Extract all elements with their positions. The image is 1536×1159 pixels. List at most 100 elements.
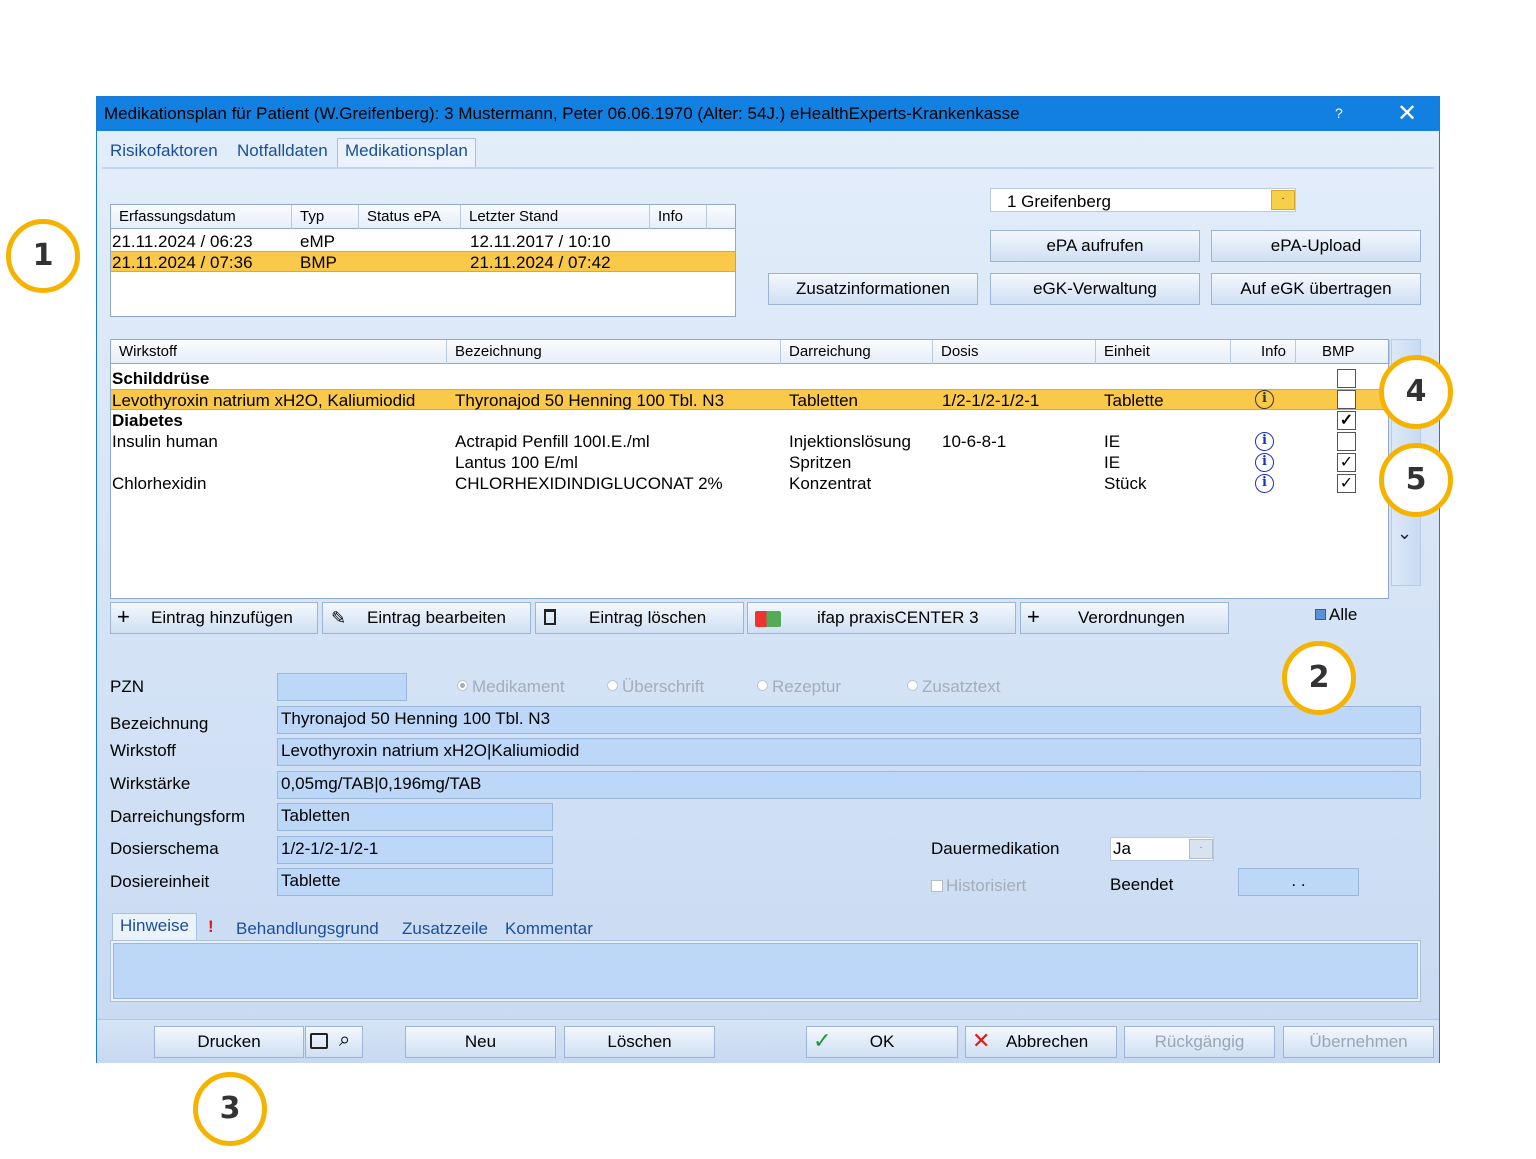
bmp-checkbox[interactable] — [1337, 369, 1356, 388]
drucken-button[interactable]: Drucken — [154, 1026, 304, 1058]
dauermedikation-select[interactable]: Ja · — [1110, 837, 1214, 861]
darreichungsform-field[interactable]: Tabletten — [277, 803, 553, 831]
darreichungsform-label: Darreichungsform — [110, 807, 246, 826]
plans-table[interactable]: Erfassungsdatum Typ Status ePA Letzter S… — [110, 204, 736, 317]
info-icon[interactable]: i — [1255, 432, 1274, 451]
ok-button[interactable]: ✓ OK — [806, 1026, 958, 1058]
medication-plan-dialog: Medikationsplan für Patient (W.Greifenbe… — [96, 96, 1440, 1063]
tab-kommentar[interactable]: Kommentar — [505, 919, 593, 939]
col-bmp[interactable]: BMP — [1296, 340, 1390, 364]
dosiereinheit-field[interactable]: Tablette — [277, 868, 553, 896]
loeschen-button[interactable]: Löschen — [564, 1026, 715, 1058]
col-erfassungsdatum[interactable]: Erfassungsdatum — [111, 205, 292, 229]
bezeichnung-label: Bezeichnung — [110, 714, 209, 733]
doctor-select[interactable]: 1 Greifenberg · — [990, 188, 1296, 212]
pzn-field[interactable] — [277, 673, 407, 701]
ifap-praxiscenter-button[interactable]: ifap praxisCENTER 3 — [747, 602, 1016, 634]
ifap-logo-icon — [755, 611, 781, 627]
egk-verwaltung-button[interactable]: eGK-Verwaltung — [990, 273, 1200, 305]
table-row[interactable]: 21.11.2024 / 06:23 eMP 12.11.2017 / 10:1… — [111, 231, 735, 252]
col-wirkstoff[interactable]: Wirkstoff — [111, 340, 447, 364]
tab-hinweise[interactable]: Hinweise — [112, 913, 197, 941]
table-row-selected[interactable]: 21.11.2024 / 07:36 BMP 21.11.2024 / 07:4… — [111, 251, 735, 272]
col-darreichung[interactable]: Darreichung — [781, 340, 933, 364]
info-icon[interactable]: i — [1255, 474, 1274, 493]
eintrag-hinzufuegen-label: Eintrag hinzufügen — [151, 608, 293, 627]
tab-zusatzzeile[interactable]: Zusatzzeile — [402, 919, 488, 939]
trash-icon — [544, 609, 556, 625]
callout-3: 3 — [193, 1072, 267, 1146]
radio-rezeptur[interactable]: Rezeptur — [757, 677, 841, 697]
tab-notfalldaten[interactable]: Notfalldaten — [237, 141, 328, 161]
table-row[interactable]: Lantus 100 E/ml Spritzen IE i ✓ — [111, 452, 1388, 473]
table-row-heading[interactable]: Schilddrüse — [111, 368, 1388, 389]
col-einheit[interactable]: Einheit — [1096, 340, 1231, 364]
dosierschema-field[interactable]: 1/2-1/2-1/2-1 — [277, 836, 553, 864]
cell-bezeichnung: Actrapid Penfill 100I.E./ml — [455, 432, 650, 451]
cell-bezeichnung: Thyronajod 50 Henning 100 Tbl. N3 — [455, 391, 725, 410]
window-title: Medikationsplan für Patient (W.Greifenbe… — [104, 104, 1020, 123]
col-dosis[interactable]: Dosis — [933, 340, 1096, 364]
medications-table-header: Wirkstoff Bezeichnung Darreichung Dosis … — [111, 340, 1390, 364]
tab-behandlungsgrund[interactable]: Behandlungsgrund — [236, 919, 379, 939]
cell-einheit: IE — [1104, 453, 1121, 472]
col-bezeichnung[interactable]: Bezeichnung — [447, 340, 781, 364]
wirkstoff-field[interactable]: Levothyroxin natrium xH2O|Kaliumiodid — [277, 738, 1421, 766]
hinweise-textarea[interactable] — [113, 943, 1418, 999]
verordnungen-button[interactable]: + Verordnungen — [1020, 602, 1229, 634]
neu-button[interactable]: Neu — [405, 1026, 556, 1058]
cell-stand: 21.11.2024 / 07:42 — [470, 253, 611, 272]
eintrag-hinzufuegen-button[interactable]: + Eintrag hinzufügen — [110, 602, 318, 634]
abbrechen-button[interactable]: ✕ Abbrechen — [965, 1026, 1117, 1058]
chevron-down-icon[interactable]: · — [1189, 839, 1213, 859]
bmp-checkbox[interactable] — [1337, 390, 1356, 409]
bmp-checkbox-checked[interactable]: ✓ — [1337, 453, 1356, 472]
chevron-down-icon[interactable]: · — [1271, 190, 1295, 210]
table-row[interactable]: Chlorhexidin CHLORHEXIDINDIGLUCONAT 2% K… — [111, 473, 1388, 494]
bmp-checkbox[interactable] — [1337, 432, 1356, 451]
wirkstaerke-field[interactable]: 0,05mg/TAB|0,196mg/TAB — [277, 771, 1421, 799]
cell-darreichung: Konzentrat — [789, 474, 872, 493]
alert-icon: ! — [208, 917, 214, 936]
cross-icon: ✕ — [972, 1028, 991, 1053]
table-row-heading[interactable]: Diabetes ✓ — [111, 410, 1388, 431]
eintrag-bearbeiten-button[interactable]: ✎ Eintrag bearbeiten — [322, 602, 531, 634]
col-info[interactable]: Info — [1231, 340, 1296, 364]
epa-aufrufen-button[interactable]: ePA aufrufen — [990, 230, 1200, 262]
bmp-checkbox-checked[interactable]: ✓ — [1337, 474, 1356, 493]
zusatzinformationen-button[interactable]: Zusatzinformationen — [768, 273, 978, 305]
medications-table[interactable]: Wirkstoff Bezeichnung Darreichung Dosis … — [110, 339, 1390, 599]
col-info[interactable]: Info — [650, 205, 707, 229]
eintrag-loeschen-button[interactable]: Eintrag löschen — [535, 602, 744, 634]
radio-ueberschrift[interactable]: Überschrift — [607, 677, 704, 697]
tab-medikationsplan[interactable]: Medikationsplan — [337, 138, 476, 168]
auf-egk-uebertragen-button[interactable]: Auf eGK übertragen — [1211, 273, 1421, 305]
cell-typ: eMP — [300, 232, 335, 251]
close-button[interactable]: ✕ — [1397, 99, 1417, 128]
info-icon[interactable]: i — [1255, 453, 1274, 472]
col-typ[interactable]: Typ — [292, 205, 359, 229]
col-letzter-stand[interactable]: Letzter Stand — [461, 205, 650, 229]
cell-date: 21.11.2024 / 06:23 — [112, 232, 253, 251]
epa-upload-button[interactable]: ePA-Upload — [1211, 230, 1421, 262]
callout-1: 1 — [6, 219, 80, 293]
info-icon[interactable]: i — [1255, 390, 1274, 409]
table-row-selected[interactable]: Levothyroxin natrium xH2O, Kaliumiodid T… — [111, 389, 1388, 410]
print-options-button[interactable]: ⌕ — [305, 1026, 363, 1058]
title-bar: Medikationsplan für Patient (W.Greifenbe… — [97, 97, 1439, 131]
historisiert-checkbox[interactable] — [931, 880, 943, 892]
help-button[interactable]: ? — [1335, 105, 1343, 121]
col-status-epa[interactable]: Status ePA — [359, 205, 461, 229]
chevron-down-icon[interactable]: ⌄ — [1397, 523, 1412, 544]
alle-checkbox[interactable] — [1315, 609, 1326, 620]
tab-risikofaktoren[interactable]: Risikofaktoren — [110, 141, 218, 161]
bmp-checkbox-checked[interactable]: ✓ — [1337, 411, 1356, 430]
uebernehmen-button[interactable]: Übernehmen — [1283, 1026, 1434, 1058]
beendet-field[interactable]: . . — [1238, 868, 1359, 896]
radio-medikament[interactable]: Medikament — [457, 677, 565, 697]
table-row[interactable]: Insulin human Actrapid Penfill 100I.E./m… — [111, 431, 1388, 452]
callout-2: 2 — [1282, 641, 1356, 715]
bezeichnung-field[interactable]: Thyronajod 50 Henning 100 Tbl. N3 — [277, 706, 1421, 734]
radio-zusatztext[interactable]: Zusatztext — [907, 677, 1000, 697]
rueckgaengig-button[interactable]: Rückgängig — [1124, 1026, 1275, 1058]
